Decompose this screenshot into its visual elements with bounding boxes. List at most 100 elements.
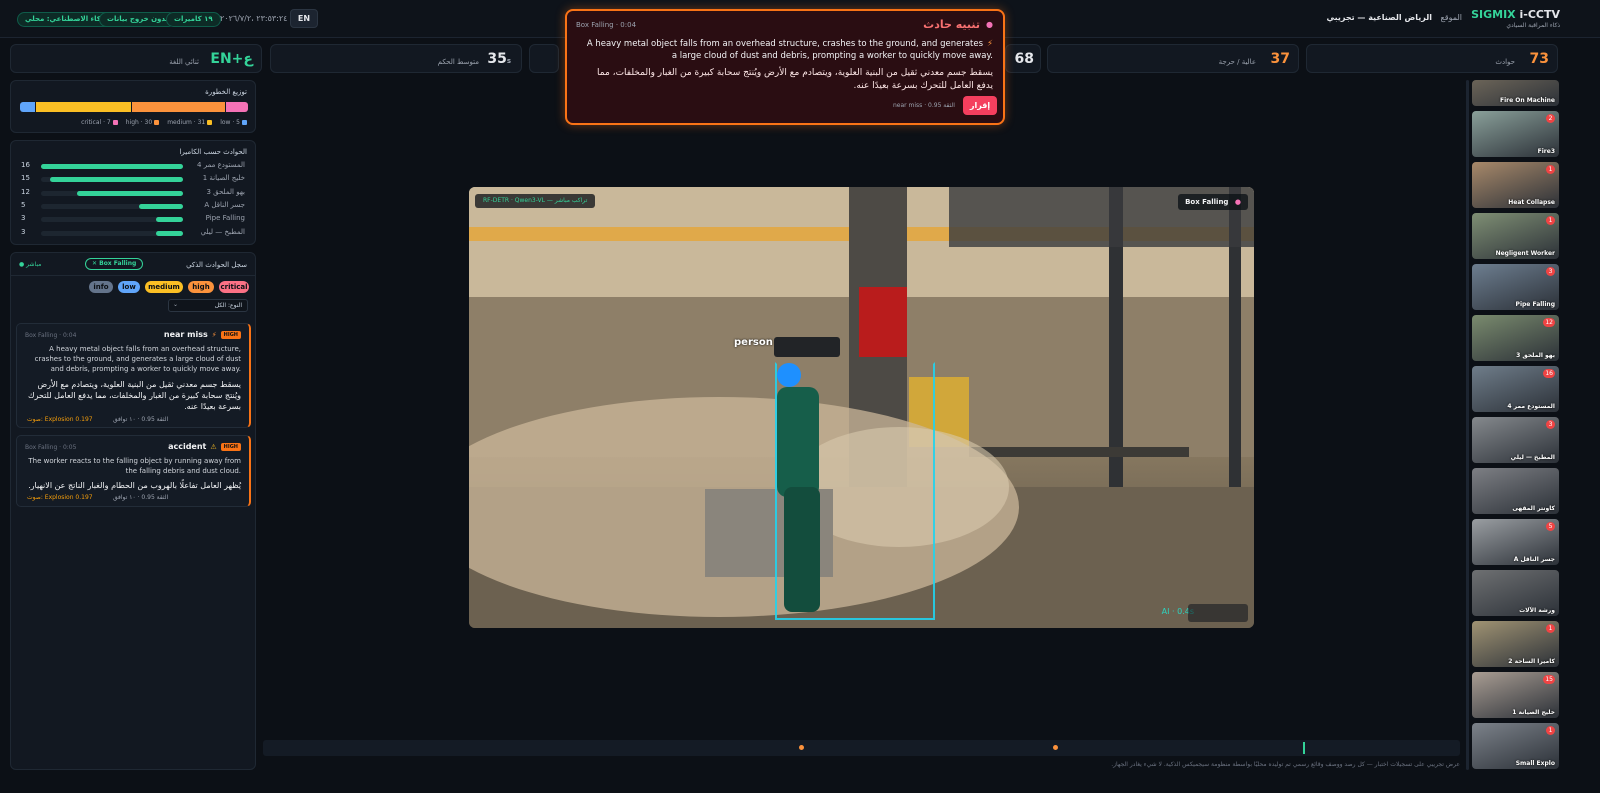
- camera-thumbnail[interactable]: خليج الصيانة 1 15: [1472, 672, 1559, 718]
- incident-type: near miss: [163, 330, 208, 339]
- camera-name: Box Falling: [1185, 198, 1229, 206]
- kpi-label: عالية / حرجة: [1218, 58, 1256, 66]
- legend-swatch: [207, 120, 213, 125]
- model-overlay-tag: RF-DETR · Qwen3-VL — تراكب مباشر: [475, 194, 596, 208]
- timeline-track[interactable]: [263, 740, 1460, 756]
- camera-thumbnail-label: كاميرا الساحة 2: [1508, 658, 1555, 665]
- incident-log-title: سجل الحوادث الذكي: [186, 261, 247, 269]
- incident-description-en: The worker reacts to the falling object …: [28, 457, 241, 475]
- row-count: 16: [21, 161, 30, 169]
- no-egress-badge: بدون خروج بيانات: [99, 12, 177, 27]
- camera-thumbnail[interactable]: كاميرا الساحة 2 1: [1472, 621, 1559, 667]
- type-filter-value: النوع: الكل: [214, 302, 242, 309]
- severity-segment-low: [20, 102, 36, 112]
- filter-chip-high[interactable]: high: [188, 281, 214, 293]
- workbench: [969, 447, 1189, 457]
- camera-thumbnail[interactable]: Small Explo 1: [1472, 723, 1559, 769]
- incident-card-1[interactable]: Box Falling · 0:04 HIGH ⚡ near miss A he…: [16, 323, 251, 428]
- lightning-icon: ⚡: [987, 39, 993, 49]
- row-count: 3: [21, 227, 26, 236]
- kpi-bilingual: EN+ع ثنائي اللغة: [10, 44, 262, 73]
- camera-incident-row[interactable]: 12 بهو الملحق 3: [21, 188, 245, 199]
- filter-chip-box-falling[interactable]: ✕ Box Falling: [85, 258, 144, 270]
- video-viewer[interactable]: RF-DETR · Qwen3-VL — تراكب مباشر Box Fal…: [469, 187, 1254, 628]
- language-toggle-button[interactable]: EN: [290, 9, 318, 28]
- site-value: الرياض الصناعية — تجريبي: [1326, 13, 1432, 22]
- row-bar-fill: [76, 190, 183, 196]
- row-bar-fill: [156, 217, 183, 223]
- cameras-count-badge: ١٩ كاميرات: [166, 12, 221, 27]
- legend-label: low · 5: [220, 119, 240, 126]
- timeline-marker[interactable]: [799, 745, 804, 750]
- alert-description-ar: يسقط جسم معدني ثقيل من البنية العلوية، و…: [597, 68, 993, 91]
- incident-description-en: A heavy metal object falls from an overh…: [34, 345, 241, 373]
- camera-incident-row[interactable]: 15 خليج الصيانة 1: [21, 174, 245, 185]
- camera-thumbnail-label: بهو الملحق 3: [1516, 352, 1555, 359]
- chevron-down-icon: ⌄: [173, 301, 179, 308]
- camera-thumbnail-label: Fire On Machine: [1500, 97, 1555, 104]
- kpi-value: 37: [1270, 51, 1290, 67]
- alert-dot-icon: ●: [986, 20, 993, 29]
- row-count: 15: [21, 174, 30, 183]
- timeline-marker[interactable]: [1053, 745, 1058, 750]
- filter-chip-low[interactable]: low: [118, 281, 140, 293]
- filter-chip-medium[interactable]: medium: [145, 281, 183, 293]
- kpi-high-critical: 37 عالية / حرجة: [1047, 44, 1299, 73]
- incident-count-badge: 2: [1546, 114, 1555, 123]
- filter-chip-info[interactable]: info: [89, 281, 113, 293]
- camera-thumbnail[interactable]: Fire3 2: [1472, 111, 1559, 157]
- kpi-value: 73: [1529, 51, 1549, 67]
- camera-thumbnail-label: Small Explo: [1515, 760, 1555, 767]
- camera-incident-row[interactable]: 16 المستودع ممر 4: [21, 161, 245, 172]
- camera-thumbnail[interactable]: كاونتر المقهى: [1472, 468, 1559, 514]
- type-filter-select[interactable]: النوع: الكل ⌄: [168, 299, 248, 312]
- site-label: الموقع: [1440, 13, 1463, 22]
- camera-incidents-panel: الحوادث حسب الكاميرا 16 المستودع ممر 4 15 خ…: [10, 140, 256, 245]
- site-selector[interactable]: الموقع الرياض الصناعية — تجريبي: [1327, 13, 1462, 22]
- camera-incident-row[interactable]: 3 Pipe Falling: [21, 214, 245, 225]
- camera-thumbnail[interactable]: Heat Collapse 1: [1472, 162, 1559, 208]
- camera-strip-scrollbar[interactable]: [1466, 80, 1469, 770]
- detection-label: person: [734, 337, 773, 348]
- kpi-label: متوسط الحكم: [437, 58, 479, 66]
- legend-label: critical · 7: [81, 119, 111, 126]
- kpi-incidents: 73 حوادث: [1306, 44, 1558, 73]
- camera-thumbnail-label: جسر الناقل A: [1513, 556, 1555, 563]
- brand-product: i-CCTV: [1519, 8, 1561, 21]
- camera-thumbnail[interactable]: Fire On Machine: [1472, 80, 1559, 106]
- incident-count-badge: 12: [1543, 318, 1555, 327]
- legend-swatch: [242, 120, 247, 125]
- incident-card-2[interactable]: Box Falling · 0:05 HIGH ⚠ accident The w…: [16, 435, 251, 507]
- incident-meta: الثقة 0.95 · ١٠ توافق: [113, 494, 169, 501]
- acknowledge-button[interactable]: إقرار: [963, 96, 997, 115]
- incident-source: Box Falling · 0:05: [25, 444, 77, 451]
- lightning-icon: ⚡: [211, 330, 217, 339]
- camera-incident-row[interactable]: 3 المطبخ — ليلي: [21, 228, 245, 239]
- camera-thumbnail[interactable]: بهو الملحق 3 12: [1472, 315, 1559, 361]
- row-label: المطبخ — ليلي: [200, 227, 245, 236]
- warning-icon: ⚠: [210, 442, 217, 451]
- filter-chip-critical[interactable]: critical: [219, 281, 249, 293]
- detection-label-box: [774, 337, 840, 357]
- live-label: مباشر: [26, 261, 42, 268]
- camera-thumbnail[interactable]: ورشة الآلات: [1472, 570, 1559, 616]
- incident-count-badge: 1: [1546, 216, 1555, 225]
- inference-box: [1188, 604, 1248, 622]
- incident-source: Box Falling · 0:04: [25, 332, 77, 339]
- row-label: جسر الناقل A: [204, 200, 245, 209]
- timeline-playhead[interactable]: [1303, 742, 1305, 754]
- incident-count-badge: 3: [1546, 420, 1555, 429]
- incident-count-badge: 5: [1546, 522, 1555, 531]
- camera-thumbnail[interactable]: المطبخ — ليلي 3: [1472, 417, 1559, 463]
- cameras-pill-wrap: ١٩ كاميرات: [166, 12, 221, 27]
- camera-thumbnail[interactable]: جسر الناقل A 5: [1472, 519, 1559, 565]
- row-bar-fill: [138, 203, 183, 209]
- no-egress-pill-wrap: بدون خروج بيانات: [99, 12, 177, 27]
- kpi-label: ثنائي اللغة: [169, 58, 199, 66]
- camera-thumbnail[interactable]: Negligent Worker 1: [1472, 213, 1559, 259]
- camera-incident-row[interactable]: 5 جسر الناقل A: [21, 201, 245, 212]
- camera-thumbnail[interactable]: Pipe Falling 3: [1472, 264, 1559, 310]
- incident-count-badge: 1: [1546, 165, 1555, 174]
- camera-thumbnail[interactable]: المستودع ممر 4 16: [1472, 366, 1559, 412]
- row-bar-track: [41, 217, 183, 223]
